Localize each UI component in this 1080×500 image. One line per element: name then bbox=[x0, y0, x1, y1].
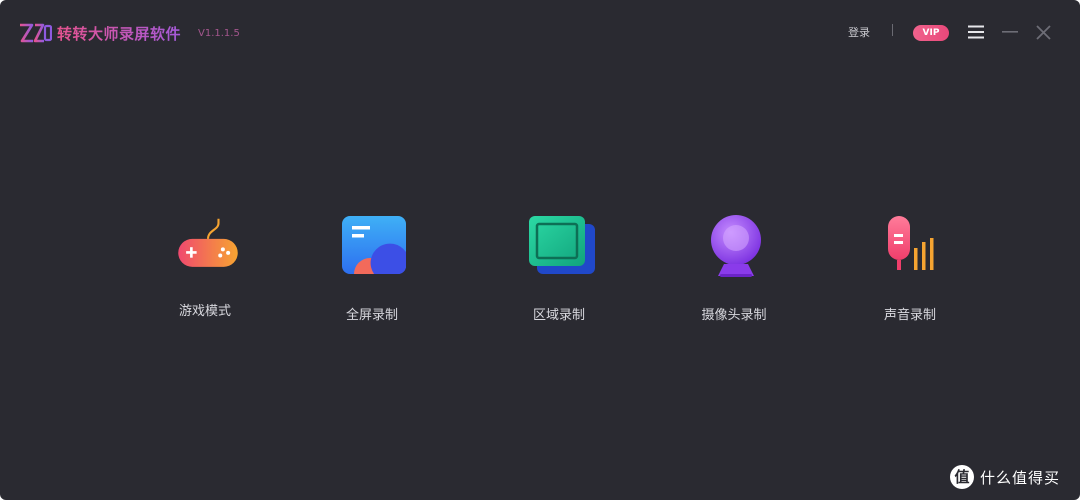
app-window: 转转大师录屏软件 V1.1.1.5 登录 VIP 游戏模式 全屏录制 区域录制 … bbox=[0, 0, 1080, 500]
audio-record-button[interactable]: 声音录制 bbox=[850, 212, 970, 332]
app-version: V1.1.1.5 bbox=[198, 28, 240, 39]
app-title: 转转大师录屏软件 bbox=[57, 25, 182, 43]
region-record-label: 区域录制 bbox=[532, 308, 585, 323]
audio-record-label: 声音录制 bbox=[883, 308, 936, 323]
minimize-icon[interactable] bbox=[1001, 24, 1019, 40]
menu-icon[interactable] bbox=[968, 25, 984, 39]
fullscreen-record-button[interactable]: 全屏录制 bbox=[312, 212, 432, 332]
region-record-icon bbox=[529, 216, 595, 274]
fullscreen-record-icon bbox=[342, 216, 406, 274]
gamepad-icon bbox=[178, 218, 238, 267]
login-link[interactable]: 登录 bbox=[848, 24, 870, 40]
close-icon[interactable] bbox=[1035, 24, 1052, 41]
webcam-record-label: 摄像头录制 bbox=[701, 308, 767, 323]
titlebar-divider bbox=[892, 24, 893, 36]
microphone-icon bbox=[888, 216, 934, 270]
game-mode-label: 游戏模式 bbox=[178, 304, 231, 319]
region-record-button[interactable]: 区域录制 bbox=[499, 212, 619, 332]
app-logo-icon bbox=[20, 23, 52, 43]
webcam-record-button[interactable]: 摄像头录制 bbox=[674, 212, 794, 332]
fullscreen-record-label: 全屏录制 bbox=[345, 308, 398, 323]
webcam-icon bbox=[711, 215, 761, 277]
watermark-logo-icon: 值 bbox=[950, 465, 974, 489]
title-bar[interactable]: 转转大师录屏软件 V1.1.1.5 登录 VIP bbox=[0, 0, 1080, 64]
watermark-text: 什么值得买 bbox=[980, 469, 1061, 487]
watermark: 值 什么值得买 bbox=[950, 463, 1078, 491]
vip-button[interactable]: VIP bbox=[913, 25, 949, 41]
game-mode-button[interactable]: 游戏模式 bbox=[145, 212, 265, 332]
